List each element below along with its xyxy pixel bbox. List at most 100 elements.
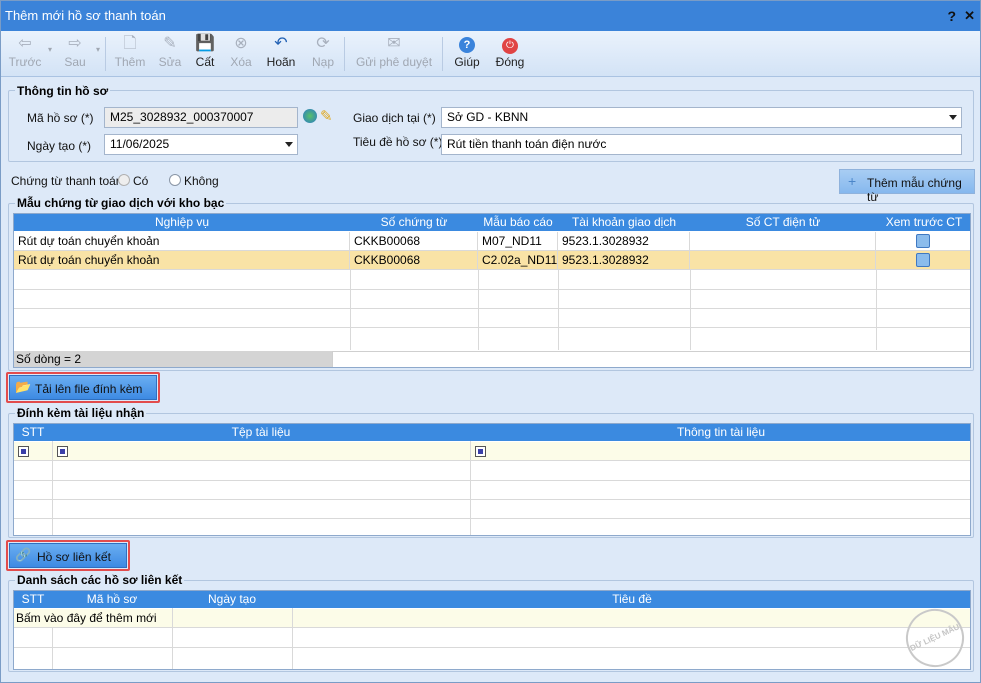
dialog-window: Thêm mới hồ sơ thanh toán ? ✕ ⇦ Trước ▾ ⇨…	[0, 0, 981, 683]
folder-icon: 📂	[15, 379, 32, 394]
grid-line	[470, 441, 471, 535]
col-mau-bao-cao[interactable]: Mẫu báo cáo	[478, 214, 558, 231]
globe-refresh-icon[interactable]	[303, 109, 317, 123]
linked-group-title: Danh sách các hồ sơ liên kết	[15, 573, 185, 587]
preview-icon[interactable]	[916, 253, 930, 267]
add-template-button[interactable]: + Thêm mẫu chứng từ	[839, 169, 975, 204]
tieu-de-label: Tiêu đề hồ sơ (*)	[353, 135, 443, 149]
upload-attachment-button[interactable]: 📂 Tải lên file đính kèm	[9, 375, 157, 400]
toolbar-button-previous[interactable]: ⇦ Trước	[7, 33, 43, 75]
cell-mau-bao-cao: M07_ND11	[478, 232, 558, 251]
radio-co[interactable]	[118, 174, 130, 186]
grid-header: Nghiệp vụ Số chứng từ Mẫu báo cáo Tài kh…	[14, 214, 970, 231]
linked-records-button[interactable]: 🔗 Hồ sơ liên kết	[9, 543, 127, 568]
arrow-left-icon: ⇦	[18, 35, 32, 52]
cell-tai-khoan: 9523.1.3028932	[558, 251, 690, 270]
grid-line	[14, 647, 970, 648]
col-tai-khoan[interactable]: Tài khoản giao dịch	[558, 214, 690, 231]
col-ngay-tao[interactable]: Ngày tạo	[172, 591, 292, 608]
filter-checkbox[interactable]	[18, 446, 29, 457]
toolbar-button-add[interactable]: 🗋 Thêm	[111, 33, 149, 75]
table-row[interactable]: Rút dự toán chuyển khoản CKKB00068 M07_N…	[14, 232, 970, 251]
grid-line	[14, 480, 970, 481]
toolbar-button-help[interactable]: ? Giúp	[451, 33, 483, 75]
cell-so-chung-tu: CKKB00068	[350, 232, 478, 251]
tieu-de-field[interactable]: Rút tiền thanh toán điện nước	[441, 134, 962, 155]
giao-dich-label: Giao dịch tại (*)	[353, 111, 436, 125]
col-thong-tin[interactable]: Thông tin tài liệu	[470, 424, 970, 441]
toolbar-button-close[interactable]: ⏻ Đóng	[493, 33, 527, 75]
close-icon[interactable]: ✕	[964, 1, 975, 31]
add-new-row[interactable]: Bấm vào đây để thêm mới	[14, 609, 970, 628]
cell-so-chung-tu: CKKB00068	[350, 251, 478, 270]
toolbar-separator	[344, 37, 345, 71]
cell-nghiep-vu: Rút dự toán chuyển khoản	[14, 232, 350, 251]
delete-icon: ⊗	[234, 35, 248, 52]
giao-dich-select[interactable]: Sở GD - KBNN	[441, 107, 962, 128]
attachment-grid: STT Tệp tài liệu Thông tin tài liệu	[13, 423, 971, 536]
col-stt[interactable]: STT	[14, 591, 52, 608]
grid-line	[14, 518, 970, 519]
next-dropdown-icon[interactable]: ▾	[93, 45, 103, 87]
ma-ho-so-field[interactable]: M25_3028932_000370007	[104, 107, 298, 128]
filter-row	[14, 442, 970, 461]
col-ma-ho-so[interactable]: Mã hồ sơ	[52, 591, 172, 608]
linked-grid: STT Mã hồ sơ Ngày tạo Tiêu đề Bấm vào đâ…	[13, 590, 971, 670]
toolbar-button-next[interactable]: ⇨ Sau	[57, 33, 93, 75]
save-icon: 💾	[195, 35, 215, 52]
ngay-tao-field[interactable]: 11/06/2025	[104, 134, 298, 155]
col-so-ct-dien-tu[interactable]: Số CT điện tử	[690, 214, 876, 231]
toolbar-button-save[interactable]: 💾 Cất	[190, 33, 220, 75]
edit-doc-icon: ✎	[163, 35, 177, 52]
cell-xem-truoc	[876, 232, 970, 251]
cell-so-ct-dien-tu	[690, 251, 876, 270]
window-title: Thêm mới hồ sơ thanh toán	[5, 8, 166, 23]
info-group-title: Thông tin hồ sơ	[15, 84, 111, 98]
radio-khong-label: Không	[184, 174, 219, 188]
col-stt[interactable]: STT	[14, 424, 52, 441]
arrow-right-icon: ⇨	[68, 35, 82, 52]
cell-nghiep-vu: Rút dự toán chuyển khoản	[14, 251, 350, 270]
toolbar-button-send-approval[interactable]: ✉ Gửi phê duyệt	[351, 33, 437, 75]
toolbar-separator	[442, 37, 443, 71]
filter-checkbox[interactable]	[57, 446, 68, 457]
grid-line	[478, 270, 479, 350]
chevron-down-icon	[285, 142, 293, 147]
radio-co-label: Có	[133, 174, 149, 188]
radio-khong[interactable]	[169, 174, 181, 186]
grid-line	[350, 270, 351, 350]
cell-so-ct-dien-tu	[690, 232, 876, 251]
grid-line	[292, 608, 293, 669]
help-icon: ?	[451, 33, 483, 55]
toolbar-button-cancel[interactable]: ↶ Hoãn	[263, 33, 299, 75]
grid-line	[14, 308, 970, 309]
grid-header: STT Mã hồ sơ Ngày tạo Tiêu đề	[14, 591, 970, 608]
grid-line	[52, 628, 53, 669]
grid-line	[690, 270, 691, 350]
pencil-icon[interactable]: ✎	[320, 107, 333, 125]
grid-line	[172, 608, 173, 669]
col-tieu-de[interactable]: Tiêu đề	[292, 591, 970, 608]
table-row[interactable]: Rút dự toán chuyển khoản CKKB00068 C2.02…	[14, 251, 970, 270]
col-xem-truoc[interactable]: Xem trước CT	[876, 214, 970, 231]
grid-header: STT Tệp tài liệu Thông tin tài liệu	[14, 424, 970, 441]
toolbar-button-delete[interactable]: ⊗ Xóa	[224, 33, 258, 75]
ngay-tao-label: Ngày tạo (*)	[27, 139, 92, 153]
toolbar-button-edit[interactable]: ✎ Sửa	[153, 33, 187, 75]
help-icon[interactable]: ?	[947, 1, 956, 31]
cell-tai-khoan: 9523.1.3028932	[558, 232, 690, 251]
undo-icon: ↶	[274, 35, 288, 52]
power-icon: ⏻	[493, 33, 527, 55]
col-so-chung-tu[interactable]: Số chứng từ	[350, 214, 478, 231]
col-nghiep-vu[interactable]: Nghiệp vụ	[14, 214, 350, 231]
toolbar-button-reload[interactable]: ⟳ Nạp	[306, 33, 340, 75]
new-doc-icon: 🗋	[123, 35, 137, 52]
grid-line	[14, 289, 970, 290]
previous-dropdown-icon[interactable]: ▾	[45, 45, 55, 87]
toolbar: ⇦ Trước ▾ ⇨ Sau ▾ 🗋 Thêm ✎ Sửa 💾 Cất ⊗ Xóa ↶ Ho…	[1, 31, 980, 77]
col-tep-tai-lieu[interactable]: Tệp tài liệu	[52, 424, 470, 441]
preview-icon[interactable]	[916, 234, 930, 248]
title-bar: Thêm mới hồ sơ thanh toán ? ✕	[1, 1, 980, 31]
grid-line	[14, 499, 970, 500]
filter-checkbox[interactable]	[475, 446, 486, 457]
